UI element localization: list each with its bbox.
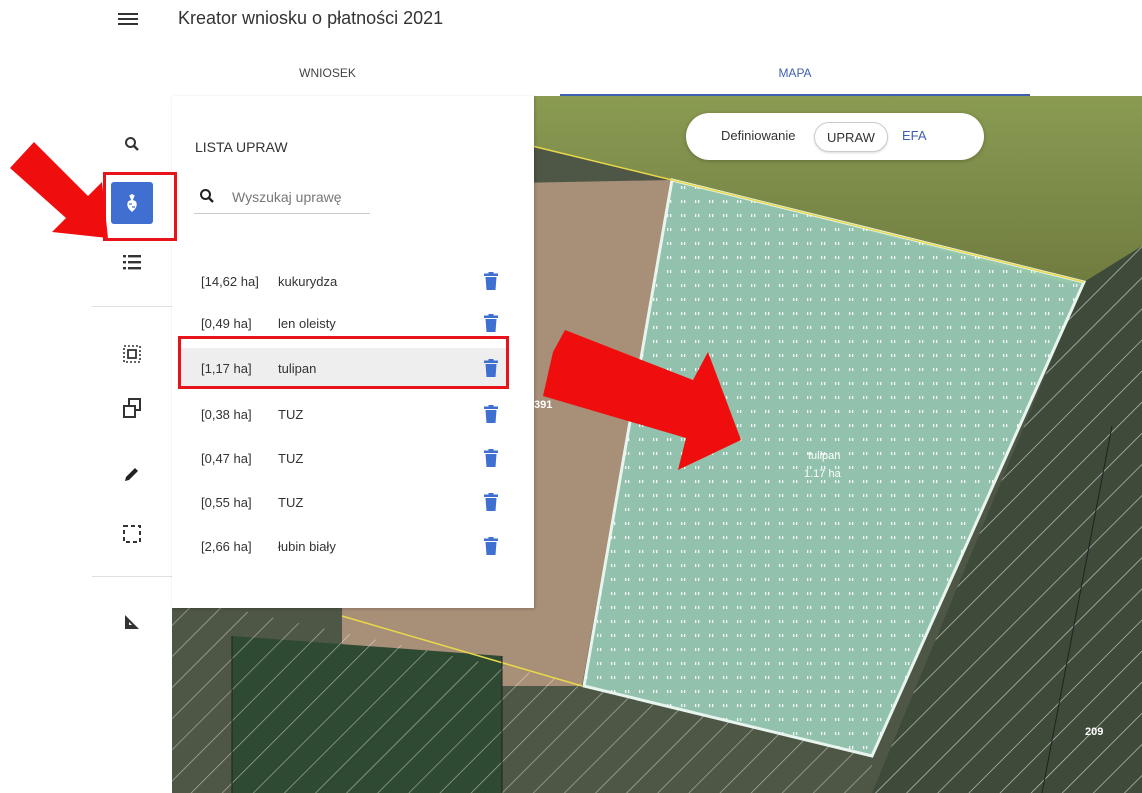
edit-tool-button[interactable] xyxy=(112,454,152,494)
search-tool-button[interactable] xyxy=(112,124,152,164)
app-title: Kreator wniosku o płatności 2021 xyxy=(178,8,444,28)
measure-icon xyxy=(125,615,139,629)
crop-name: kukurydza xyxy=(278,274,338,289)
parcel-number-391: 391 xyxy=(534,399,552,411)
copy-shape-tool-button[interactable] xyxy=(112,388,152,428)
crop-tool-button[interactable] xyxy=(111,182,153,224)
crop-area: [0,49 ha] xyxy=(201,316,252,331)
parcel-number-209: 209 xyxy=(1085,726,1103,738)
crop-name: łubin biały xyxy=(278,539,336,554)
crop-name: tulipan xyxy=(278,361,317,376)
mode-label: Definiowanie xyxy=(721,128,796,143)
trash-icon[interactable] xyxy=(483,537,499,555)
rail-divider xyxy=(92,306,172,307)
crop-search-input[interactable] xyxy=(232,185,368,209)
copy-shape-icon xyxy=(123,398,141,418)
crop-name: len oleisty xyxy=(278,316,336,331)
search-icon xyxy=(125,137,139,151)
search-icon xyxy=(200,189,214,203)
crop-area: [0,38 ha] xyxy=(201,407,252,422)
crop-list-item[interactable]: [14,62 ha] kukurydza xyxy=(180,261,506,301)
select-parcel-tool-button[interactable] xyxy=(112,334,152,374)
parcel-label: tulipan xyxy=(808,450,840,462)
list-icon xyxy=(123,255,141,270)
mode-upraw-button[interactable]: UPRAW xyxy=(814,122,888,152)
crop-search xyxy=(194,180,370,214)
crop-list-panel: LISTA UPRAW [14,62 ha] kukurydza [0,49 h… xyxy=(172,96,534,608)
definition-mode-toggle: Definiowanie UPRAW EFA xyxy=(686,113,984,160)
crop-area: [0,47 ha] xyxy=(201,451,252,466)
trash-icon[interactable] xyxy=(483,493,499,511)
crop-area: [1,17 ha] xyxy=(201,361,252,376)
crop-list-item-selected[interactable]: [1,17 ha] tulipan xyxy=(180,348,506,388)
edit-pencil-icon xyxy=(125,468,138,481)
top-bar: Kreator wniosku o płatności 2021 WNIOSEK… xyxy=(0,0,1142,96)
tab-mapa[interactable]: MAPA xyxy=(560,60,1030,96)
hamburger-menu-icon[interactable] xyxy=(118,10,138,28)
tab-wniosek[interactable]: WNIOSEK xyxy=(95,60,560,96)
crop-list-item[interactable]: [0,47 ha] TUZ xyxy=(180,438,506,478)
crop-list-item[interactable]: [0,38 ha] TUZ xyxy=(180,394,506,434)
list-tool-button[interactable] xyxy=(112,242,152,282)
trash-icon[interactable] xyxy=(483,405,499,423)
crop-list-item[interactable]: [2,66 ha] łubin biały xyxy=(180,526,506,566)
crop-list-item[interactable]: [0,49 ha] len oleisty xyxy=(180,303,506,343)
trash-icon[interactable] xyxy=(483,272,499,290)
tool-rail xyxy=(92,96,172,793)
parcel-area: 1.17 ha xyxy=(804,468,842,480)
trash-icon[interactable] xyxy=(483,314,499,332)
crop-area: [0,55 ha] xyxy=(201,495,252,510)
select-area-icon xyxy=(123,525,141,543)
measure-tool-button[interactable] xyxy=(112,602,152,642)
crop-icon xyxy=(127,194,137,212)
crop-area: [14,62 ha] xyxy=(201,274,259,289)
crop-name: TUZ xyxy=(278,495,304,510)
trash-icon[interactable] xyxy=(483,359,499,377)
select-parcel-icon xyxy=(123,345,141,363)
trash-icon[interactable] xyxy=(483,449,499,467)
panel-title: LISTA UPRAW xyxy=(195,139,288,155)
mode-efa-button[interactable]: EFA xyxy=(902,128,927,143)
crop-name: TUZ xyxy=(278,407,304,422)
select-area-tool-button[interactable] xyxy=(112,514,152,554)
crop-area: [2,66 ha] xyxy=(201,539,252,554)
crop-list-item[interactable]: [0,55 ha] TUZ xyxy=(180,482,506,522)
rail-divider xyxy=(92,576,172,577)
crop-name: TUZ xyxy=(278,451,304,466)
tab-bar: WNIOSEK MAPA xyxy=(95,60,1030,96)
